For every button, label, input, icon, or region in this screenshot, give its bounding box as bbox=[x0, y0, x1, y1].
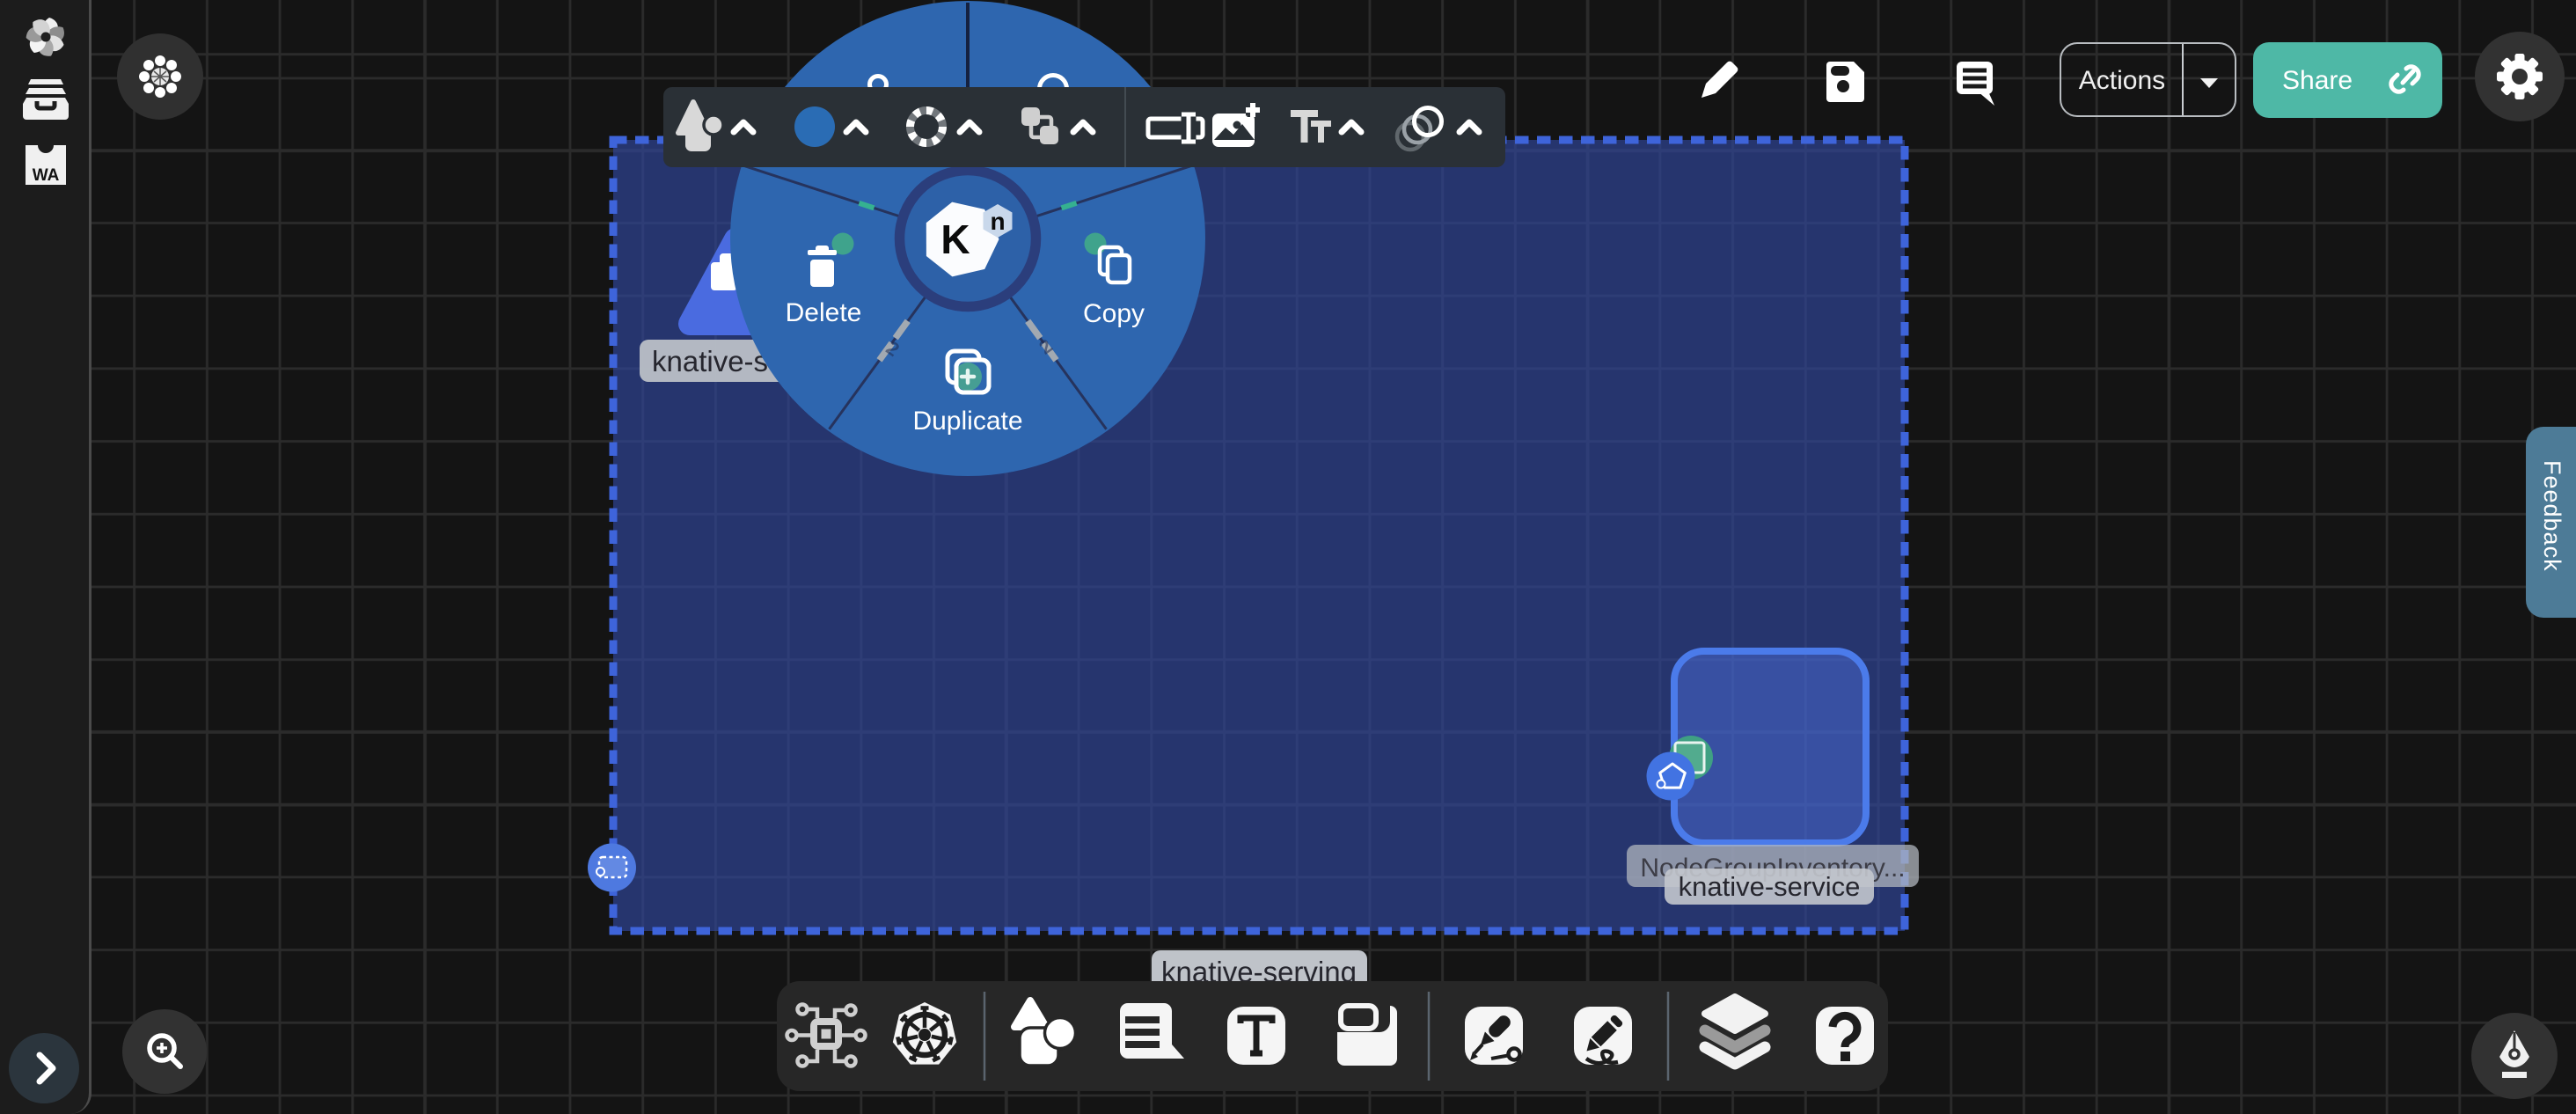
svg-text:n: n bbox=[990, 208, 1005, 235]
svg-text:Duplicate: Duplicate bbox=[912, 407, 1022, 436]
svg-text:Delete: Delete bbox=[786, 298, 862, 327]
svg-text:Copy: Copy bbox=[1083, 299, 1145, 328]
svg-text:WA: WA bbox=[33, 166, 60, 185]
svg-text:knative-service: knative-service bbox=[1679, 871, 1861, 902]
svg-text:K: K bbox=[940, 216, 970, 262]
